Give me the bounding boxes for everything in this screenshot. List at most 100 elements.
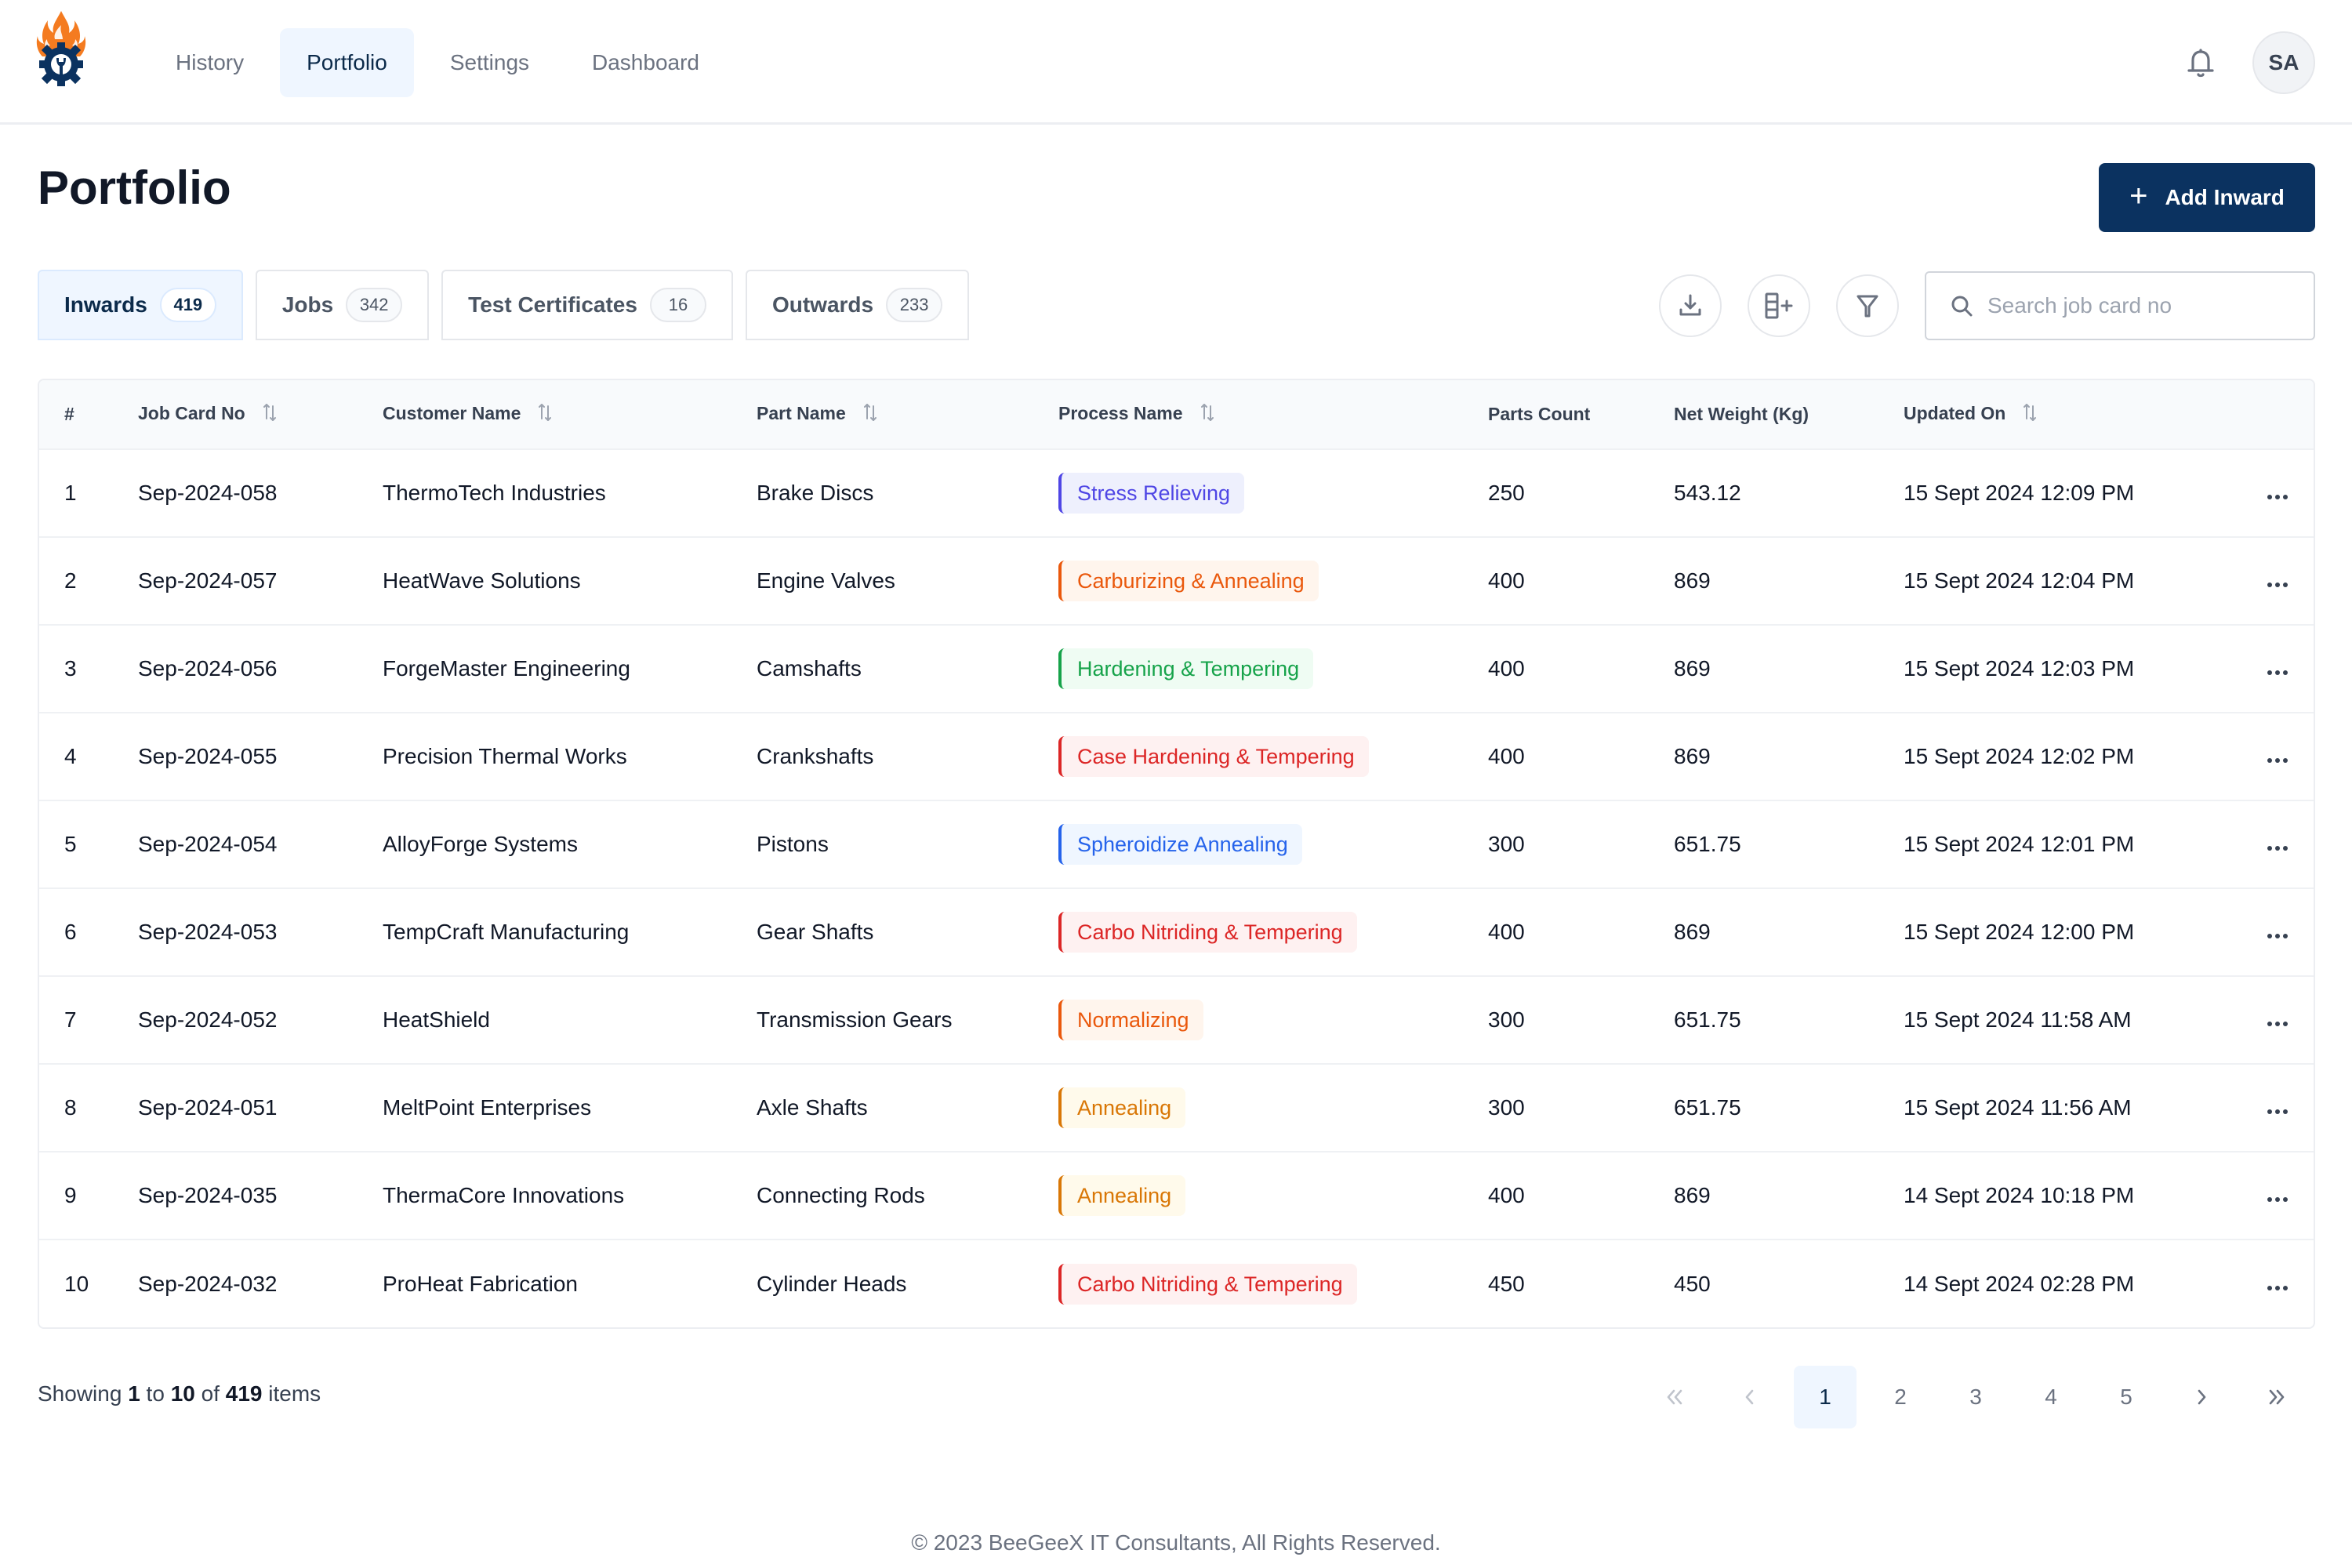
table-row[interactable]: 3 Sep-2024-056 ForgeMaster Engineering Cams… — [39, 625, 2314, 713]
tab-inwards[interactable]: Inwards 419 — [38, 270, 243, 340]
tab-jobs[interactable]: Jobs 342 — [255, 270, 430, 340]
more-horizontal-icon[interactable] — [2267, 933, 2288, 939]
process-name-cell: Case Hardening & Tempering — [1058, 713, 1488, 800]
add-column-button[interactable] — [1748, 274, 1810, 337]
process-badge: Case Hardening & Tempering — [1058, 736, 1369, 777]
page-2-button[interactable]: 2 — [1869, 1366, 1932, 1428]
col-job-card-no-header[interactable]: Job Card No — [138, 380, 383, 449]
actions-cell — [2241, 1152, 2314, 1240]
net-weight-cell: 651.75 — [1674, 1095, 1741, 1120]
net-weight-cell: 869 — [1674, 1183, 1711, 1207]
more-horizontal-icon[interactable] — [2267, 1021, 2288, 1027]
table-row[interactable]: 10 Sep-2024-032 ProHeat Fabrication Cylinde… — [39, 1240, 2314, 1327]
job-card-no-cell: Sep-2024-058 — [138, 481, 278, 505]
net-weight-cell: 869 — [1674, 920, 1711, 944]
search-input[interactable] — [1987, 293, 2301, 318]
add-inward-button[interactable]: + Add Inward — [2099, 163, 2315, 232]
customer-name-cell: ForgeMaster Engineering — [383, 656, 630, 681]
chevron-right-icon — [2198, 1389, 2206, 1405]
actions-cell — [2241, 713, 2314, 800]
more-horizontal-icon[interactable] — [2267, 845, 2288, 851]
part-name-cell: Axle Shafts — [757, 1095, 868, 1120]
column-header-label: Parts Count — [1488, 404, 1591, 424]
table-row[interactable]: 6 Sep-2024-053 TempCraft Manufacturing Gear… — [39, 888, 2314, 976]
table-row[interactable]: 4 Sep-2024-055 Precision Thermal Works Cran… — [39, 713, 2314, 800]
table-row[interactable]: 5 Sep-2024-054 AlloyForge Systems Pistons Sp… — [39, 800, 2314, 888]
more-horizontal-icon[interactable] — [2267, 757, 2288, 764]
next-page-button[interactable] — [2170, 1366, 2233, 1428]
chevrons-right-icon — [2269, 1389, 2285, 1405]
more-horizontal-icon[interactable] — [2267, 670, 2288, 676]
parts-count-cell: 400 — [1488, 656, 1525, 681]
tab-count-badge: 419 — [159, 288, 216, 322]
page-1-button[interactable]: 1 — [1794, 1366, 1857, 1428]
showing-of-word: of — [201, 1381, 220, 1406]
nav-item-portfolio[interactable]: Portfolio — [280, 28, 414, 97]
column-header-label: # — [64, 404, 74, 424]
sort-icon[interactable] — [263, 401, 277, 428]
column-header-label: Job Card No — [138, 402, 245, 423]
process-badge: Stress Relieving — [1058, 473, 1245, 514]
col-updated-on-header[interactable]: Updated On — [1904, 380, 2241, 449]
app-logo-icon[interactable] — [36, 9, 86, 86]
nav-item-settings[interactable]: Settings — [423, 28, 556, 97]
filter-button[interactable] — [1836, 274, 1899, 337]
pagination: 1 2 3 4 5 — [1643, 1366, 2308, 1428]
first-page-button[interactable] — [1643, 1366, 1706, 1428]
tab-label: Outwards — [771, 292, 874, 317]
parts-count-cell: 450 — [1488, 1271, 1525, 1296]
row-index-cell: 10 — [64, 1271, 89, 1296]
showing-total: 419 — [225, 1381, 263, 1406]
previous-page-button[interactable] — [1719, 1366, 1781, 1428]
showing-to: 10 — [170, 1381, 195, 1406]
customer-name-cell: HeatShield — [383, 1007, 490, 1032]
more-horizontal-icon[interactable] — [2267, 494, 2288, 500]
table-row[interactable]: 7 Sep-2024-052 HeatShield Transmission Gear… — [39, 976, 2314, 1064]
nav-item-history[interactable]: History — [149, 28, 270, 97]
page-3-button[interactable]: 3 — [1944, 1366, 2007, 1428]
column-header-label: Updated On — [1904, 402, 2006, 423]
more-horizontal-icon[interactable] — [2267, 1196, 2288, 1203]
tab-outwards[interactable]: Outwards 233 — [745, 270, 970, 340]
download-button[interactable] — [1659, 274, 1722, 337]
net-weight-cell: 869 — [1674, 744, 1711, 768]
more-horizontal-icon[interactable] — [2267, 1109, 2288, 1115]
col-customer-name-header[interactable]: Customer Name — [383, 380, 757, 449]
sort-icon[interactable] — [2023, 401, 2037, 428]
page-5-button[interactable]: 5 — [2095, 1366, 2158, 1428]
page-title: Portfolio — [38, 162, 231, 214]
table-row[interactable]: 2 Sep-2024-057 HeatWave Solutions Engine Va… — [39, 537, 2314, 625]
process-name-cell: Annealing — [1058, 1064, 1488, 1152]
table-row[interactable]: 1 Sep-2024-058 ThermoTech Industries Brake … — [39, 449, 2314, 537]
table-header-row: # Job Card No Customer Name Part Name Proces… — [39, 380, 2314, 449]
row-index-cell: 5 — [64, 832, 77, 856]
search-field[interactable] — [1925, 271, 2315, 340]
updated-on-cell: 15 Sept 2024 12:04 PM — [1904, 568, 2135, 593]
tab-test-certificates[interactable]: Test Certificates 16 — [441, 270, 733, 340]
page-4-button[interactable]: 4 — [2020, 1366, 2082, 1428]
more-horizontal-icon[interactable] — [2267, 582, 2288, 588]
parts-count-cell: 400 — [1488, 920, 1525, 944]
user-avatar[interactable]: SA — [2252, 31, 2315, 94]
bell-icon[interactable] — [2187, 47, 2214, 78]
net-weight-cell: 651.75 — [1674, 832, 1741, 856]
sort-icon[interactable] — [863, 401, 877, 428]
updated-on-cell: 15 Sept 2024 11:56 AM — [1904, 1095, 2132, 1120]
sort-icon[interactable] — [538, 401, 552, 428]
col-part-name-header[interactable]: Part Name — [757, 380, 1058, 449]
col-process-name-header[interactable]: Process Name — [1058, 380, 1488, 449]
tab-count-badge: 342 — [346, 288, 403, 322]
table-row[interactable]: 8 Sep-2024-051 MeltPoint Enterprises Axle S… — [39, 1064, 2314, 1152]
job-card-no-cell: Sep-2024-056 — [138, 656, 278, 681]
row-index-cell: 7 — [64, 1007, 77, 1032]
showing-suffix: items — [268, 1381, 321, 1406]
sort-icon[interactable] — [1200, 401, 1214, 428]
last-page-button[interactable] — [2245, 1366, 2308, 1428]
more-horizontal-icon[interactable] — [2267, 1285, 2288, 1291]
nav-item-dashboard[interactable]: Dashboard — [565, 28, 726, 97]
updated-on-cell: 14 Sept 2024 10:18 PM — [1904, 1183, 2135, 1207]
table-row[interactable]: 9 Sep-2024-035 ThermaCore Innovations Conne… — [39, 1152, 2314, 1240]
actions-cell — [2241, 800, 2314, 888]
part-name-cell: Transmission Gears — [757, 1007, 953, 1032]
customer-name-cell: HeatWave Solutions — [383, 568, 581, 593]
